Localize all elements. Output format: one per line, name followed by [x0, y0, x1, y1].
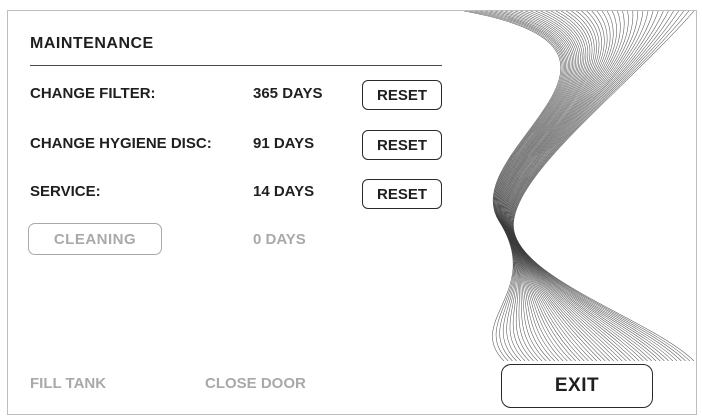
exit-button[interactable]: EXIT — [501, 364, 653, 408]
change-hygiene-disc-reset-button[interactable]: RESET — [362, 130, 442, 160]
change-filter-reset-button[interactable]: RESET — [362, 80, 442, 110]
service-reset-button[interactable]: RESET — [362, 179, 442, 209]
change-filter-label: CHANGE FILTER: — [30, 85, 156, 102]
art-line — [510, 11, 669, 361]
change-hygiene-disc-label: CHANGE HYGIENE DISC: — [30, 135, 212, 152]
page-title: MAINTENANCE — [30, 35, 154, 52]
close-door-button[interactable]: CLOSE DOOR — [205, 375, 306, 392]
wave-ribbon-art-icon — [463, 11, 695, 361]
title-divider — [30, 65, 442, 66]
maintenance-panel: MAINTENANCE CHANGE FILTER: 365 DAYS RESE… — [7, 10, 697, 415]
service-label: SERVICE: — [30, 183, 101, 200]
service-days: 14 DAYS — [253, 183, 315, 200]
cleaning-button[interactable]: CLEANING — [28, 223, 162, 255]
change-hygiene-disc-days: 91 DAYS — [253, 135, 315, 152]
art-line — [496, 11, 572, 361]
cleaning-days: 0 DAYS — [253, 231, 306, 248]
change-filter-days: 365 DAYS — [253, 85, 323, 102]
fill-tank-button[interactable]: FILL TANK — [30, 375, 106, 392]
